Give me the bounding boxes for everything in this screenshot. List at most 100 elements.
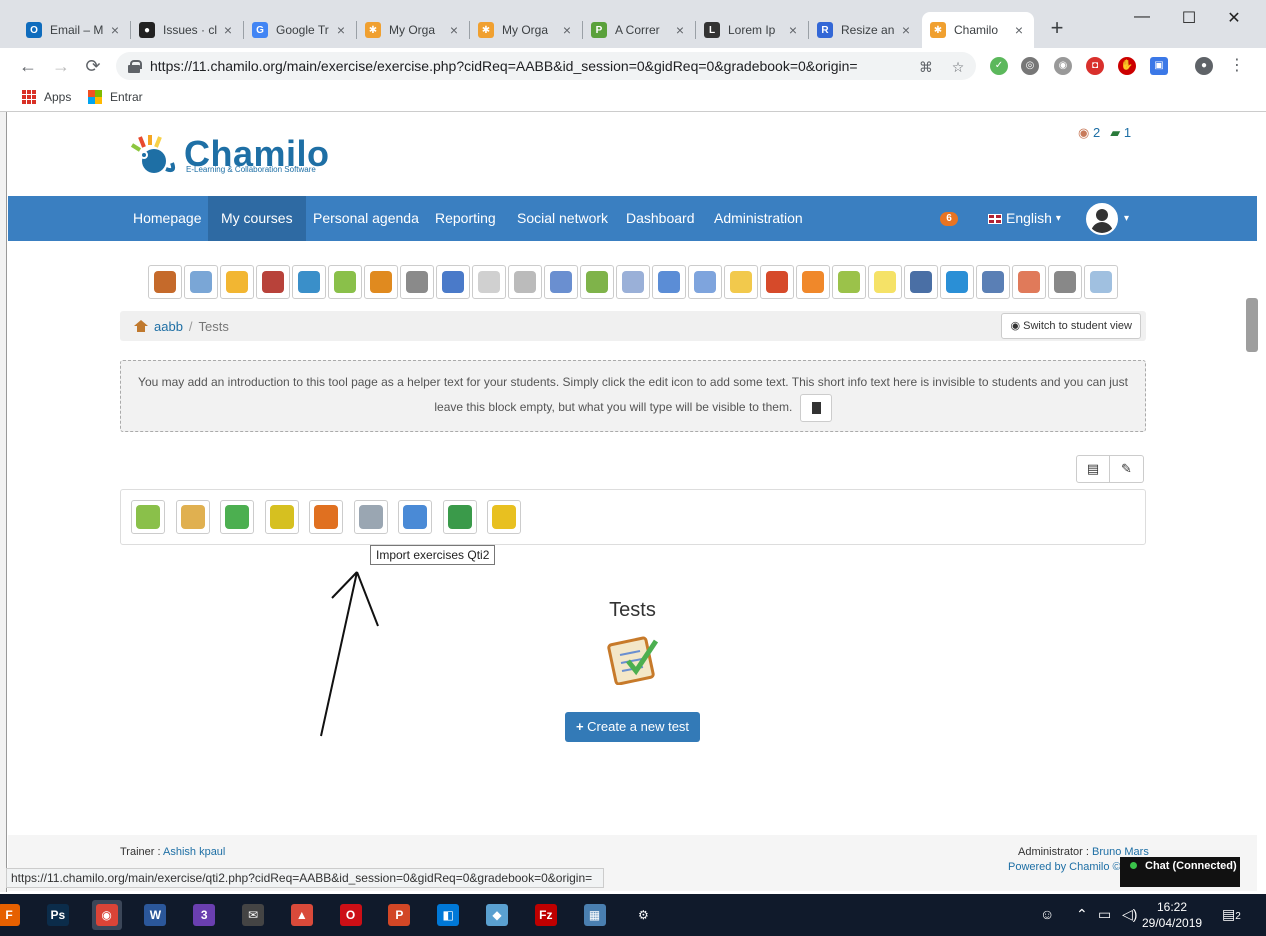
bookmark-apps[interactable]: Apps: [22, 90, 71, 104]
menu-item[interactable]: Administration: [701, 196, 816, 241]
browser-tab[interactable]: L Lorem Ip ×: [696, 12, 808, 48]
browser-tab[interactable]: ✱ Chamilo ×: [922, 12, 1034, 48]
documents-folder-icon[interactable]: [220, 265, 254, 299]
browser-tab[interactable]: ● Issues · cl ×: [131, 12, 243, 48]
glossary-abc-icon[interactable]: [436, 265, 470, 299]
browser-tab[interactable]: R Resize an ×: [809, 12, 921, 48]
photos-icon[interactable]: ▦: [580, 900, 610, 930]
menu-item[interactable]: Dashboard: [613, 196, 708, 241]
tray-chevron-icon[interactable]: ⌃: [1076, 906, 1088, 923]
bird-app-icon[interactable]: ▲: [287, 900, 317, 930]
links-globe-icon[interactable]: [292, 265, 326, 299]
chat-widget[interactable]: Chat (Connected): [1120, 857, 1240, 887]
notes-app-icon[interactable]: ◆: [482, 900, 512, 930]
menu-kebab-icon[interactable]: ⋮: [1228, 57, 1246, 75]
new-test-icon[interactable]: [131, 500, 165, 534]
clean-results-icon[interactable]: [487, 500, 521, 534]
browser-tab[interactable]: O Email – M ×: [18, 12, 130, 48]
calendar-icon[interactable]: [544, 265, 578, 299]
extension-pocket-icon[interactable]: ◘: [1086, 57, 1104, 75]
folder-icon[interactable]: [220, 500, 254, 534]
word-icon[interactable]: W: [140, 900, 170, 930]
close-tab-icon[interactable]: ×: [447, 22, 461, 38]
cards-icon[interactable]: [1012, 265, 1046, 299]
browser-tab[interactable]: ✱ My Orga ×: [357, 12, 469, 48]
browser-tab[interactable]: G Google Tr ×: [244, 12, 356, 48]
menu-item[interactable]: Reporting: [422, 196, 509, 241]
export-qti2-icon[interactable]: [398, 500, 432, 534]
dropbox-mail-icon[interactable]: [616, 265, 650, 299]
photoshop-icon[interactable]: Ps: [43, 900, 73, 930]
import-qti2-icon[interactable]: [353, 500, 388, 534]
close-window-button[interactable]: ✕: [1222, 8, 1246, 28]
trainer-link[interactable]: Ashish kpaul: [163, 846, 225, 858]
question-pool-icon[interactable]: [175, 500, 210, 534]
online-teachers-link[interactable]: ▰ 1: [1110, 125, 1131, 141]
powerpoint-icon[interactable]: P: [384, 900, 414, 930]
bookmark-star-icon[interactable]: ☆: [950, 59, 966, 75]
menu-item[interactable]: Social network: [504, 196, 621, 241]
notes-icon[interactable]: [868, 265, 902, 299]
settings-gear-icon[interactable]: ⚙: [628, 900, 658, 930]
user-icon[interactable]: [652, 265, 686, 299]
notifications-badge[interactable]: 6: [940, 212, 958, 226]
import-excel-icon[interactable]: [442, 500, 477, 534]
menu-item[interactable]: Personal agenda: [300, 196, 432, 241]
extension-check-icon[interactable]: ✓: [990, 57, 1008, 75]
create-new-test-button[interactable]: + Create a new test: [565, 712, 700, 742]
close-tab-icon[interactable]: ×: [786, 22, 800, 38]
minimize-button[interactable]: —: [1130, 8, 1154, 28]
close-tab-icon[interactable]: ×: [899, 22, 913, 38]
notebook-icon[interactable]: [832, 265, 866, 299]
translate-icon[interactable]: ⌘: [918, 59, 934, 75]
chat-bubble-icon[interactable]: [724, 265, 758, 299]
extension-camera-icon[interactable]: ◉: [1054, 57, 1072, 75]
powered-by-link[interactable]: Powered by Chamilo ©: [1008, 861, 1121, 873]
users-add-icon[interactable]: [580, 265, 614, 299]
assignments-pencil-icon[interactable]: [760, 265, 794, 299]
laptop-icon[interactable]: [904, 265, 938, 299]
action-center-icon[interactable]: ▤2: [1222, 906, 1241, 923]
description-icon[interactable]: [184, 265, 218, 299]
breadcrumb-course-link[interactable]: aabb: [154, 319, 183, 334]
blog-icon[interactable]: [976, 265, 1010, 299]
tests-icon[interactable]: [328, 265, 362, 299]
document-icon[interactable]: ▤: [1076, 455, 1110, 483]
backup-disc-icon[interactable]: [1084, 265, 1118, 299]
mail-icon[interactable]: ✉: [238, 900, 268, 930]
online-users-link[interactable]: ◉ 2: [1078, 125, 1100, 141]
taskbar-clock[interactable]: 16:22 29/04/2019: [1142, 899, 1202, 931]
volume-icon[interactable]: ◁): [1122, 906, 1137, 923]
attendance-clock-icon[interactable]: [472, 265, 506, 299]
caret-down-icon[interactable]: ▾: [1124, 213, 1129, 224]
profile-icon[interactable]: ●: [1195, 57, 1213, 75]
hotpotatoes-icon[interactable]: [264, 500, 299, 534]
chrome-icon[interactable]: ◉: [91, 900, 122, 930]
edit-intro-button[interactable]: [799, 394, 832, 422]
url-text[interactable]: https://11.chamilo.org/main/exercise/exe…: [150, 58, 858, 74]
close-tab-icon[interactable]: ×: [1012, 22, 1026, 38]
language-selector[interactable]: English ▾: [988, 196, 1061, 241]
forward-button[interactable]: →: [49, 54, 73, 78]
filezilla-icon[interactable]: Fz: [531, 900, 561, 930]
firefox-icon[interactable]: F: [0, 900, 24, 930]
people-icon[interactable]: ☺: [1040, 906, 1054, 922]
course-home-icon[interactable]: [134, 320, 148, 332]
reload-button[interactable]: ⟳: [81, 54, 105, 78]
side-scroll-handle[interactable]: [1246, 298, 1258, 352]
aiken-import-icon[interactable]: [309, 500, 343, 534]
extension-adblock-icon[interactable]: ✋: [1118, 57, 1136, 75]
menu-item[interactable]: My courses: [208, 196, 306, 241]
menu-item[interactable]: Homepage: [120, 196, 215, 241]
close-tab-icon[interactable]: ×: [108, 22, 122, 38]
videoconference-screen-icon[interactable]: [940, 265, 974, 299]
chamilo-logo[interactable]: Chamilo E-Learning & Collaboration Softw…: [130, 133, 330, 179]
close-tab-icon[interactable]: ×: [560, 22, 574, 38]
back-button[interactable]: ←: [16, 54, 40, 78]
browser-tab[interactable]: ✱ My Orga ×: [470, 12, 582, 48]
user-avatar[interactable]: [1086, 203, 1118, 235]
gradebook-icon[interactable]: [400, 265, 434, 299]
learning-path-icon[interactable]: [256, 265, 290, 299]
groups-icon[interactable]: [688, 265, 722, 299]
browser-tab[interactable]: P A Correr ×: [583, 12, 695, 48]
